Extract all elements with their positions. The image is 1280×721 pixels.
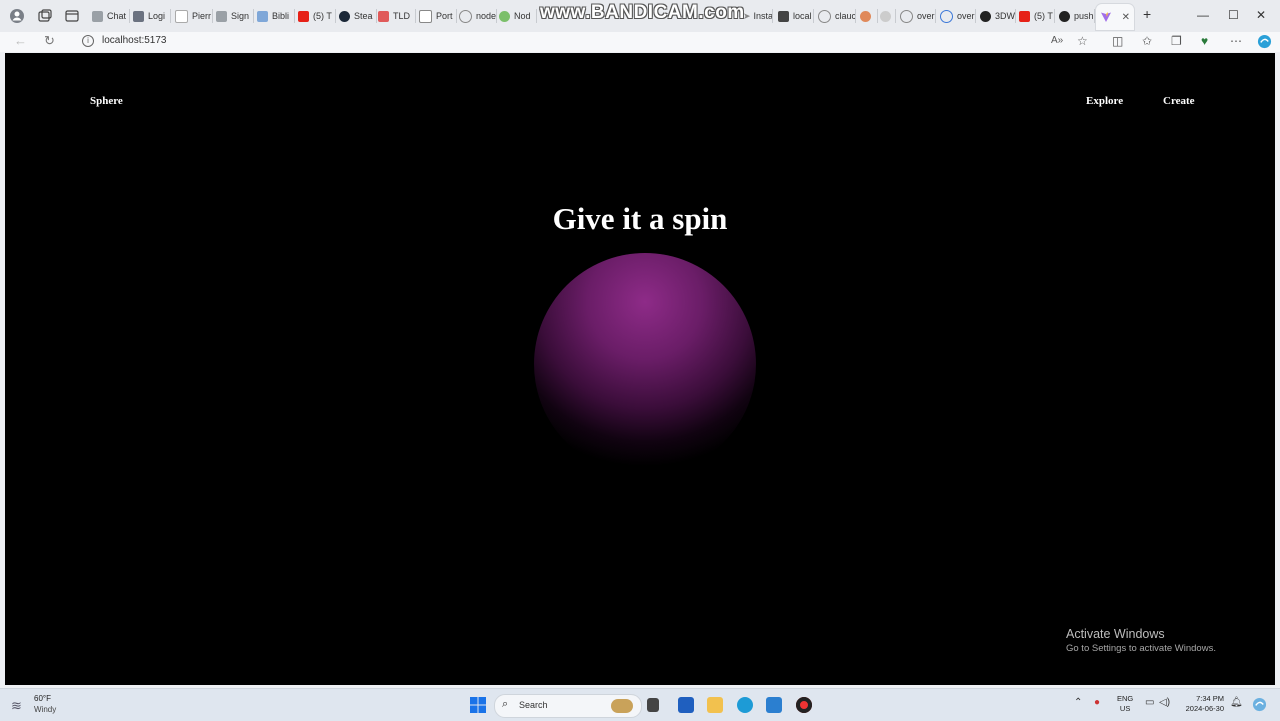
browser-tab[interactable]: Logi [133, 6, 171, 26]
tab-actions-icon[interactable] [64, 8, 80, 24]
browser-tab[interactable]: TLD [378, 6, 416, 26]
tab-favicon-icon [92, 10, 103, 22]
vscode-icon[interactable] [766, 697, 782, 713]
collections-icon[interactable]: ❐ [1171, 34, 1182, 48]
search-icon: ⌕ [502, 698, 509, 710]
copilot-icon[interactable] [1252, 697, 1267, 712]
language-indicator[interactable]: ENG US [1117, 694, 1133, 714]
site-info-icon[interactable]: i [82, 35, 94, 47]
windows-start-icon[interactable] [470, 697, 486, 713]
activate-windows-subtitle: Go to Settings to activate Windows. [1066, 643, 1216, 654]
more-options-icon[interactable]: ⋯ [1230, 34, 1242, 48]
github-icon [1059, 10, 1070, 22]
tab-favicon-icon [378, 10, 389, 22]
network-icon[interactable]: ▭ [1145, 697, 1154, 708]
nodejs-icon [499, 10, 510, 22]
address-bar: ← ↻ i localhost:5173 A» ☆ ◫ ✩ ❐ ♥ ⋯ [0, 32, 1280, 52]
tab-favicon-icon [257, 10, 268, 22]
browser-tab[interactable]: i [880, 6, 896, 26]
volume-icon[interactable]: ◁) [1159, 697, 1170, 708]
browser-tab-active[interactable]: ✕ [1096, 4, 1134, 30]
browser-tab[interactable]: clauc [818, 6, 856, 26]
browser-tab[interactable]: Sign [216, 6, 254, 26]
browser-tab[interactable]: node [459, 6, 497, 26]
copilot-icon[interactable] [1257, 34, 1272, 49]
close-tab-icon[interactable]: ✕ [1122, 12, 1130, 23]
sphere-3d-canvas[interactable] [534, 253, 756, 475]
browser-tab[interactable]: (5) T [298, 6, 336, 26]
browser-tab[interactable]: 3DW [980, 6, 1016, 26]
weather-temperature[interactable]: 60°F [34, 694, 51, 703]
nav-explore-link[interactable]: Explore [1086, 95, 1123, 107]
task-view-icon[interactable] [647, 698, 659, 712]
tab-favicon-icon [175, 9, 188, 23]
favorites-icon[interactable]: ✩ [1142, 34, 1152, 48]
back-icon[interactable]: ← [14, 33, 27, 48]
browser-tab[interactable]: push [1059, 6, 1095, 26]
bandicam-icon[interactable] [796, 697, 812, 713]
browser-tab[interactable] [860, 6, 878, 26]
tab-favicon-icon [880, 10, 891, 22]
tray-app-icon[interactable]: ● [1094, 697, 1100, 708]
browser-tab[interactable]: Port [419, 6, 457, 26]
taskbar-search-label: Search [519, 700, 548, 710]
weather-description[interactable]: Windy [34, 705, 56, 714]
tab-favicon-icon [216, 10, 227, 22]
activate-windows-title: Activate Windows [1066, 627, 1165, 641]
url-field[interactable]: localhost:5173 [102, 35, 167, 46]
windows-taskbar: ≋ 60°F Windy ⌕ Search ⌃ ● ENG US ▭ ◁) 7:… [0, 688, 1280, 721]
vite-icon [1101, 12, 1111, 22]
close-window-icon[interactable]: ✕ [1256, 8, 1266, 22]
read-aloud-icon[interactable]: A» [1051, 35, 1063, 46]
workspaces-icon[interactable] [37, 8, 53, 24]
browser-tab[interactable]: over [940, 6, 976, 26]
store-icon[interactable] [678, 697, 694, 713]
brand-logo[interactable]: Sphere [90, 95, 123, 107]
search-icon [940, 9, 953, 23]
search-icon [818, 9, 831, 23]
browser-tab[interactable]: Bibli [257, 6, 295, 26]
browser-tab[interactable]: Pierr [175, 6, 213, 26]
split-screen-icon[interactable]: ◫ [1112, 34, 1123, 48]
claude-icon [860, 10, 871, 22]
github-icon [980, 10, 991, 22]
lock-icon [778, 10, 789, 22]
browser-tab[interactable]: over [900, 6, 936, 26]
taskbar-search[interactable]: ⌕ Search [494, 694, 642, 718]
search-icon [459, 9, 472, 23]
youtube-icon [298, 10, 309, 22]
browser-tab[interactable]: Nod [499, 6, 537, 26]
browser-essentials-icon[interactable]: ♥ [1201, 34, 1208, 48]
system-clock[interactable]: 7:34 PM 2024-06-30 [1182, 694, 1224, 714]
browser-tab[interactable]: (5) T [1019, 6, 1055, 26]
browser-tab[interactable]: Chat [92, 6, 130, 26]
file-explorer-icon[interactable] [707, 697, 723, 713]
new-tab-icon[interactable]: + [1143, 6, 1151, 22]
tab-favicon-icon [133, 10, 144, 22]
document-icon [419, 9, 432, 23]
weather-wind-icon[interactable]: ≋ [11, 698, 22, 714]
minimize-icon[interactable]: — [1197, 8, 1209, 22]
nav-create-link[interactable]: Create [1163, 95, 1195, 107]
search-highlight-icon [611, 699, 633, 713]
browser-tab-strip: Chat Logi Pierr Sign Bibli (5) T Stea TL… [0, 0, 1280, 33]
search-icon [900, 9, 913, 23]
profile-icon[interactable] [9, 8, 25, 24]
browser-tab[interactable]: ➤ Insta [743, 6, 773, 26]
maximize-icon[interactable]: ☐ [1228, 8, 1239, 22]
browser-tab[interactable]: local [778, 6, 814, 26]
hero-headline: Give it a spin [552, 201, 728, 236]
notification-bell-icon[interactable]: 🔔︎ [1230, 697, 1243, 708]
arrow-icon: ➤ [743, 10, 751, 21]
youtube-icon [1019, 10, 1030, 22]
steam-icon [339, 10, 350, 22]
edge-icon[interactable] [737, 697, 753, 713]
page-viewport: Sphere Explore Create Give it a spin Act… [5, 53, 1275, 685]
recording-watermark: www.BANDICAM.com [540, 2, 745, 23]
refresh-icon[interactable]: ↻ [44, 33, 55, 49]
tray-overflow-icon[interactable]: ⌃ [1074, 697, 1082, 708]
browser-tab[interactable]: Stea [339, 6, 377, 26]
favorite-star-icon[interactable]: ☆ [1077, 34, 1088, 48]
